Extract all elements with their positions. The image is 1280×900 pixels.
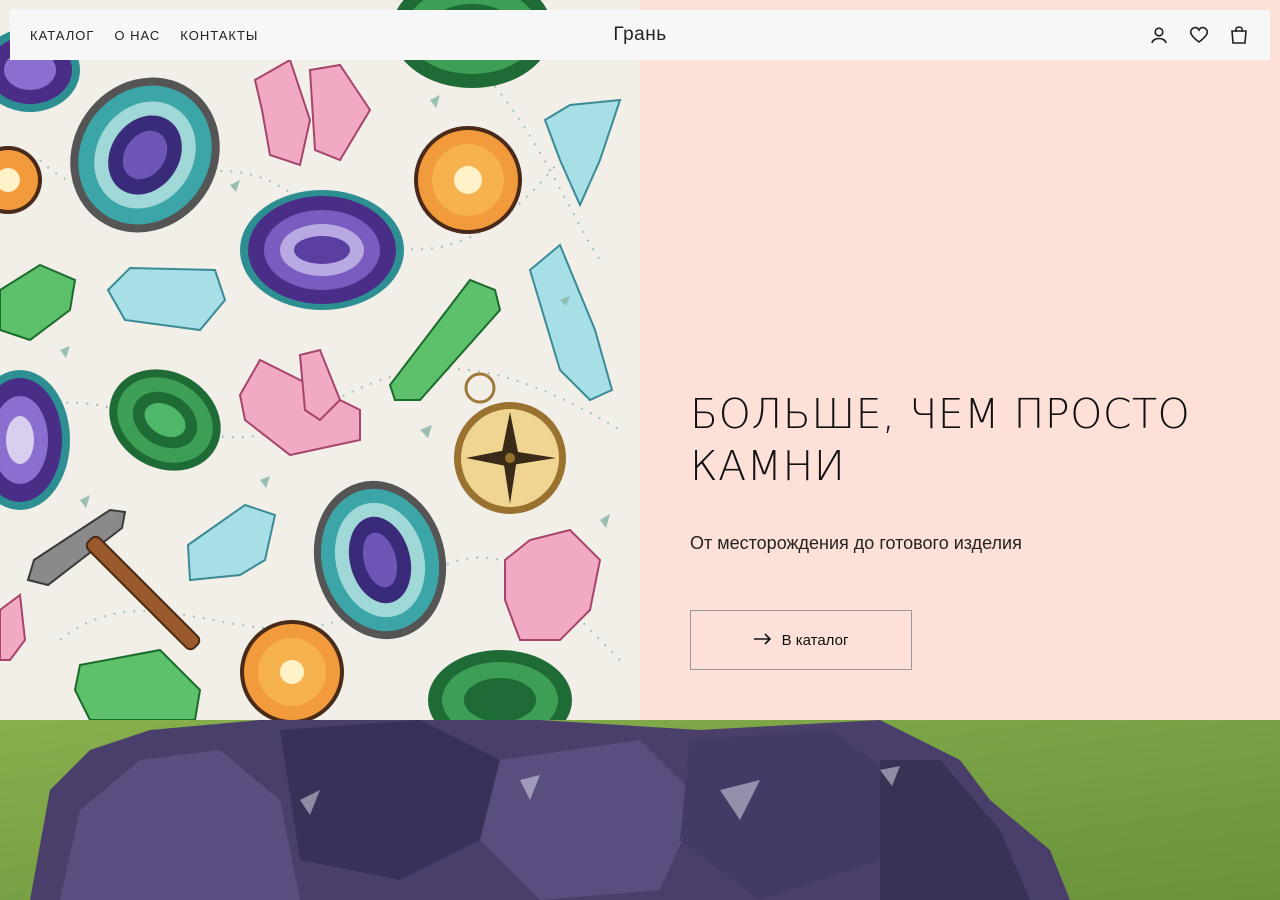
hero-section: БОЛЬШЕ, ЧЕМ ПРОСТО КАМНИ От месторождени… <box>0 0 1280 720</box>
hero-title: БОЛЬШЕ, ЧЕМ ПРОСТО КАМНИ <box>690 390 1191 490</box>
bag-icon[interactable] <box>1228 24 1250 46</box>
nav-catalog[interactable]: КАТАЛОГ <box>30 28 94 43</box>
arrow-right-icon <box>753 632 772 649</box>
catalog-button-label: В каталог <box>781 631 849 649</box>
hero-content: БОЛЬШЕ, ЧЕМ ПРОСТО КАМНИ От месторождени… <box>640 0 1280 720</box>
heart-icon[interactable] <box>1188 24 1210 46</box>
main-nav: КАТАЛОГ О НАС КОНТАКТЫ <box>30 28 258 43</box>
header-actions <box>1148 24 1250 46</box>
brand-logo[interactable]: Грань <box>613 24 666 46</box>
crystal-pattern-illustration <box>0 0 640 720</box>
nav-contacts[interactable]: КОНТАКТЫ <box>180 28 258 43</box>
nav-about[interactable]: О НАС <box>114 28 160 43</box>
catalog-button[interactable]: В каталог <box>690 610 912 670</box>
hero-subtitle: От месторождения до готового изделия <box>690 533 1022 553</box>
site-header: КАТАЛОГ О НАС КОНТАКТЫ Грань <box>10 10 1270 60</box>
user-icon[interactable] <box>1148 24 1170 46</box>
amethyst-photo <box>0 720 1280 900</box>
